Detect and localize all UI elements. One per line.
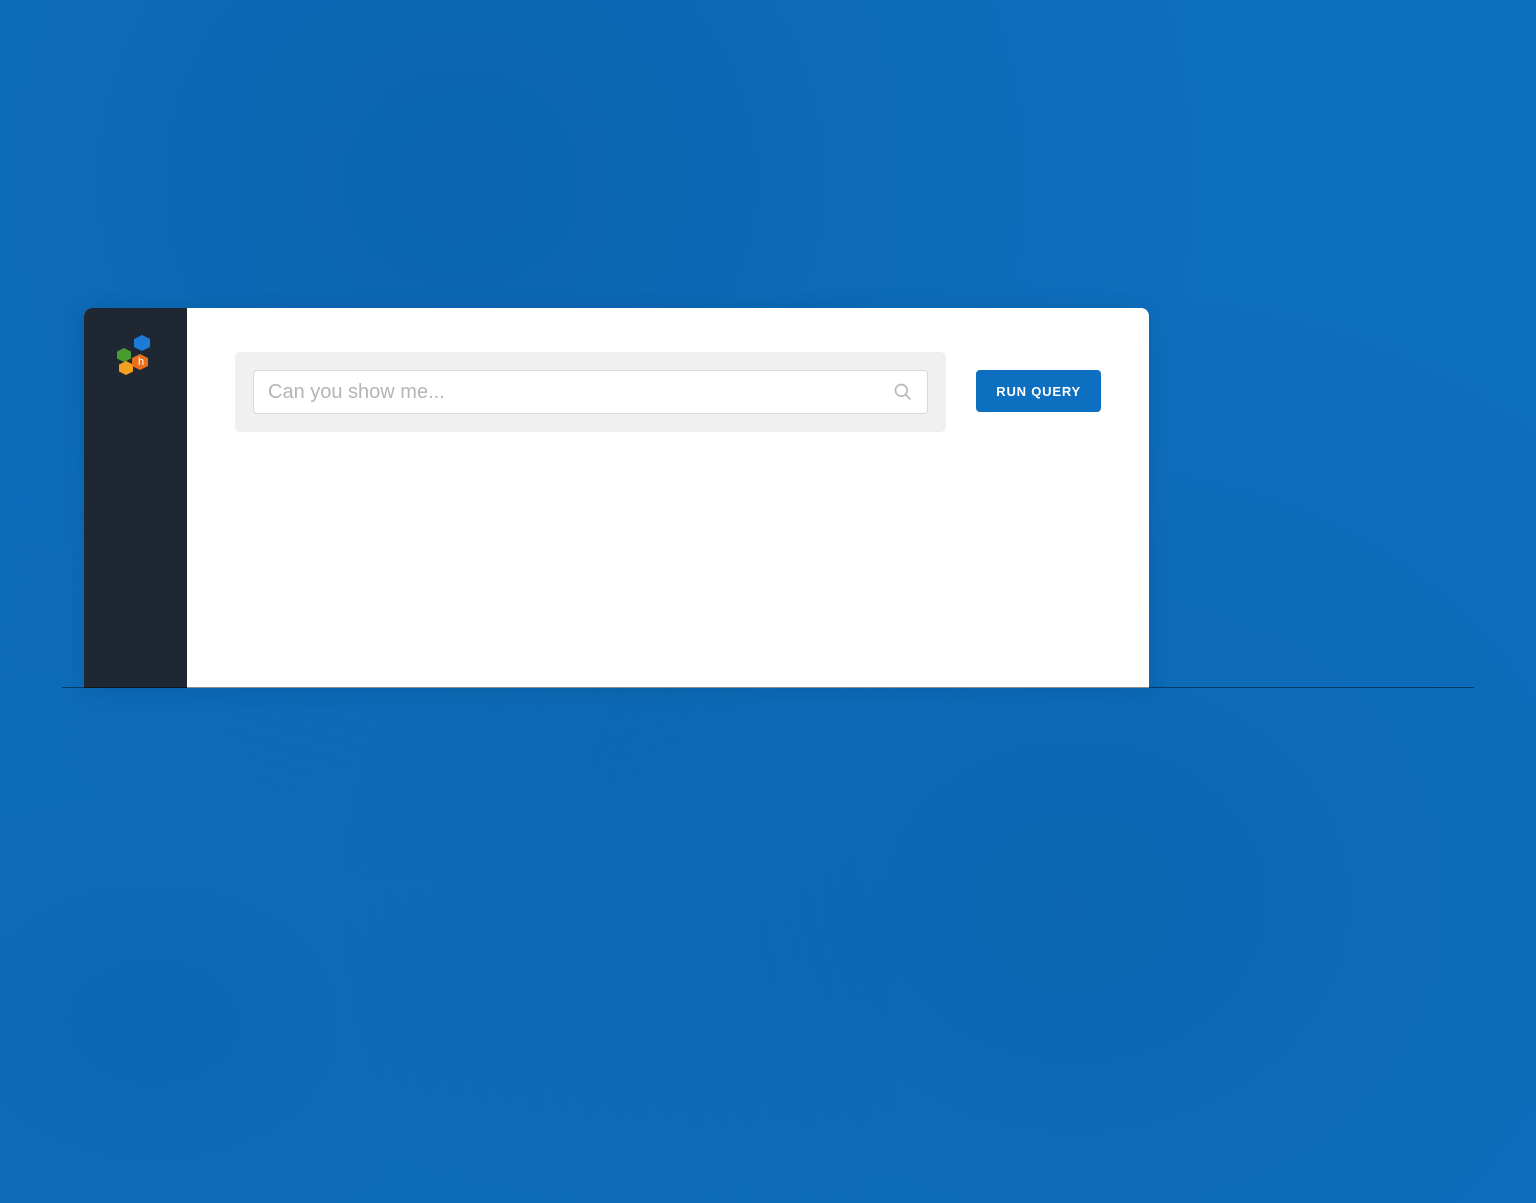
search-container	[235, 352, 946, 432]
search-icon	[893, 382, 913, 402]
search-input[interactable]	[268, 381, 893, 404]
search-box[interactable]	[253, 370, 928, 414]
run-query-button[interactable]: RUN QUERY	[976, 370, 1101, 412]
app-window: h RUN QUERY	[84, 308, 1149, 688]
sidebar: h	[84, 308, 187, 688]
logo[interactable]: h	[112, 332, 160, 380]
main-content: RUN QUERY	[187, 308, 1149, 688]
svg-text:h: h	[138, 356, 144, 368]
ground-line	[62, 687, 1474, 688]
honeycomb-logo-icon: h	[112, 332, 160, 380]
